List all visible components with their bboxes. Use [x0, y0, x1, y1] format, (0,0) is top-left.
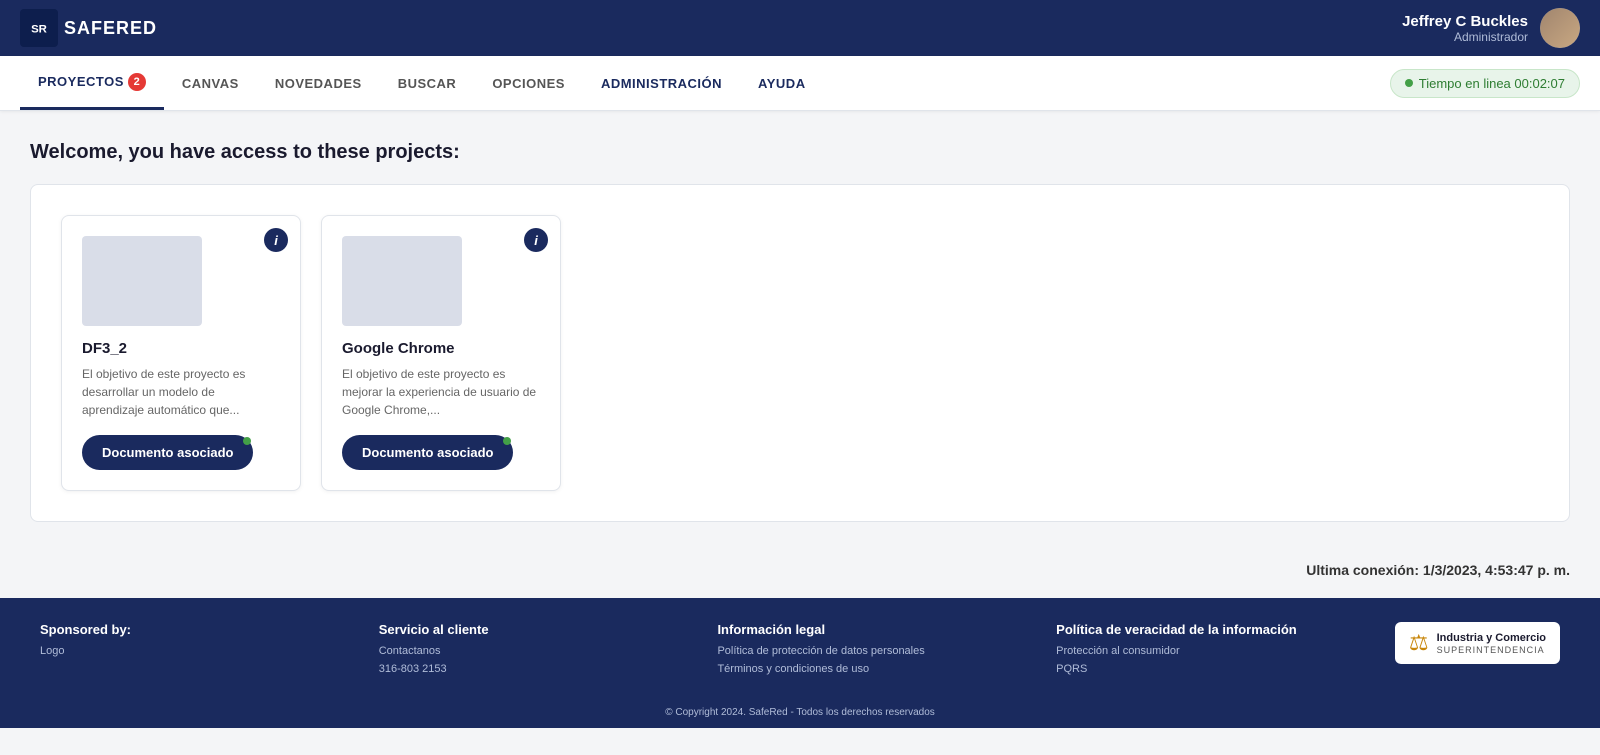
nav-item-ayuda[interactable]: AYUDA [740, 56, 824, 110]
footer-brand-sub: SUPERINTENDENCIA [1437, 645, 1546, 655]
welcome-heading: Welcome, you have access to these projec… [30, 141, 1570, 164]
user-name: Jeffrey C Buckles [1402, 13, 1528, 30]
svg-text:SR: SR [31, 24, 47, 36]
footer-brand-box: ⚖ Industria y Comercio SUPERINTENDENCIA [1395, 622, 1560, 664]
footer-servicio: Servicio al cliente Contactanos 316-803 … [379, 622, 698, 678]
logo-text: SAFERED [64, 18, 157, 39]
card-thumbnail-2 [342, 236, 462, 326]
timer-text: Tiempo en linea 00:02:07 [1419, 76, 1565, 91]
card-info-icon-1[interactable]: i [264, 228, 288, 252]
logo-area: SR SAFERED [20, 9, 157, 47]
footer-legal-title: Información legal [717, 622, 1036, 637]
main-content: Welcome, you have access to these projec… [0, 111, 1600, 542]
footer-legal: Información legal Política de protección… [717, 622, 1036, 678]
nav-item-administracion[interactable]: ADMINISTRACIÓN [583, 56, 740, 110]
footer-sponsored-title: Sponsored by: [40, 622, 359, 637]
footer-brand-info: Industria y Comercio SUPERINTENDENCIA [1437, 631, 1546, 655]
footer-sponsored-logo: Logo [40, 643, 359, 661]
nav-label-opciones: OPCIONES [492, 76, 565, 91]
footer-servicio-lines: Contactanos 316-803 2153 [379, 643, 698, 678]
card-description-1: El objetivo de este proyecto es desarrol… [82, 365, 280, 419]
nav-badge-proyectos: 2 [128, 73, 146, 91]
copyright-bar: © Copyright 2024. SafeRed - Todos los de… [0, 702, 1600, 728]
user-role: Administrador [1402, 30, 1528, 44]
footer-brand-icon: ⚖ [1409, 630, 1429, 656]
nav-item-novedades[interactable]: NOVEDADES [257, 56, 380, 110]
online-timer: Tiempo en linea 00:02:07 [1390, 69, 1580, 98]
card-title-2: Google Chrome [342, 340, 540, 357]
avatar[interactable] [1540, 8, 1580, 48]
card-title-1: DF3_2 [82, 340, 280, 357]
footer-servicio-title: Servicio al cliente [379, 622, 698, 637]
nav-item-proyectos[interactable]: PROYECTOS 2 [20, 56, 164, 110]
last-connection: Ultima conexión: 1/3/2023, 4:53:47 p. m. [0, 542, 1600, 598]
avatar-image [1540, 8, 1580, 48]
card-thumbnail-1 [82, 236, 202, 326]
top-header: SR SAFERED Jeffrey C Buckles Administrad… [0, 0, 1600, 56]
nav-item-buscar[interactable]: BUSCAR [380, 56, 475, 110]
user-area: Jeffrey C Buckles Administrador [1402, 8, 1580, 48]
card-info-icon-2[interactable]: i [524, 228, 548, 252]
nav-label-novedades: NOVEDADES [275, 76, 362, 91]
last-connection-value: 1/3/2023, 4:53:47 p. m. [1423, 562, 1570, 578]
footer-sponsored: Sponsored by: Logo [40, 622, 359, 661]
project-card-df3-2: i DF3_2 El objetivo de este proyecto es … [61, 215, 301, 491]
doc-button-dot-2 [503, 437, 511, 445]
nav-label-buscar: BUSCAR [398, 76, 457, 91]
footer-legal-lines: Política de protección de datos personal… [717, 643, 1036, 678]
footer-politica-title: Política de veracidad de la información [1056, 622, 1375, 637]
nav-label-proyectos: PROYECTOS [38, 74, 124, 89]
footer-brand-name: Industria y Comercio [1437, 631, 1546, 645]
documento-asociado-button-2[interactable]: Documento asociado [342, 435, 513, 470]
footer-politica-lines: Protección al consumidor PQRS [1056, 643, 1375, 678]
nav-label-ayuda: AYUDA [758, 76, 806, 91]
footer: Sponsored by: Logo Servicio al cliente C… [0, 598, 1600, 702]
nav-item-canvas[interactable]: CANVAS [164, 56, 257, 110]
user-info: Jeffrey C Buckles Administrador [1402, 13, 1528, 44]
copyright-text: © Copyright 2024. SafeRed - Todos los de… [665, 707, 935, 718]
last-connection-label: Ultima conexión: [1306, 562, 1419, 578]
safered-logo-icon: SR [20, 9, 58, 47]
nav-items: PROYECTOS 2 CANVAS NOVEDADES BUSCAR OPCI… [20, 56, 824, 110]
nav-label-canvas: CANVAS [182, 76, 239, 91]
card-description-2: El objetivo de este proyecto es mejorar … [342, 365, 540, 419]
documento-asociado-button-1[interactable]: Documento asociado [82, 435, 253, 470]
footer-politica: Política de veracidad de la información … [1056, 622, 1375, 678]
nav-bar: PROYECTOS 2 CANVAS NOVEDADES BUSCAR OPCI… [0, 56, 1600, 111]
nav-item-opciones[interactable]: OPCIONES [474, 56, 583, 110]
online-dot-icon [1405, 79, 1413, 87]
projects-container: i DF3_2 El objetivo de este proyecto es … [30, 184, 1570, 522]
nav-label-administracion: ADMINISTRACIÓN [601, 76, 722, 91]
project-card-google-chrome: i Google Chrome El objetivo de este proy… [321, 215, 561, 491]
doc-button-dot-1 [243, 437, 251, 445]
